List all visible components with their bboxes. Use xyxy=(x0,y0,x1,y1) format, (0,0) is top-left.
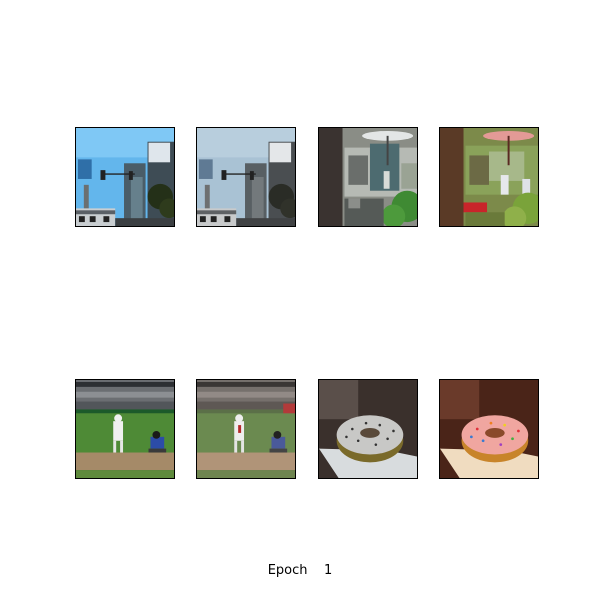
epoch-caption: Epoch 1 xyxy=(0,563,600,578)
street-image xyxy=(197,128,295,226)
image-panel-street-2 xyxy=(196,127,296,227)
image-panel-donut-2 xyxy=(439,379,539,479)
image-panel-donut-1 xyxy=(318,379,418,479)
donut-image xyxy=(440,380,538,478)
epoch-value: 1 xyxy=(324,563,333,578)
baseball-image xyxy=(197,380,295,478)
image-panel-baseball-2 xyxy=(196,379,296,479)
baseball-image xyxy=(76,380,174,478)
epoch-label: Epoch xyxy=(267,563,308,578)
park-image xyxy=(440,128,538,226)
image-panel-park-2 xyxy=(439,127,539,227)
image-panel-park-1 xyxy=(318,127,418,227)
image-panel-baseball-1 xyxy=(75,379,175,479)
donut-image xyxy=(319,380,417,478)
park-image xyxy=(319,128,417,226)
street-image xyxy=(76,128,174,226)
image-panel-street-1 xyxy=(75,127,175,227)
